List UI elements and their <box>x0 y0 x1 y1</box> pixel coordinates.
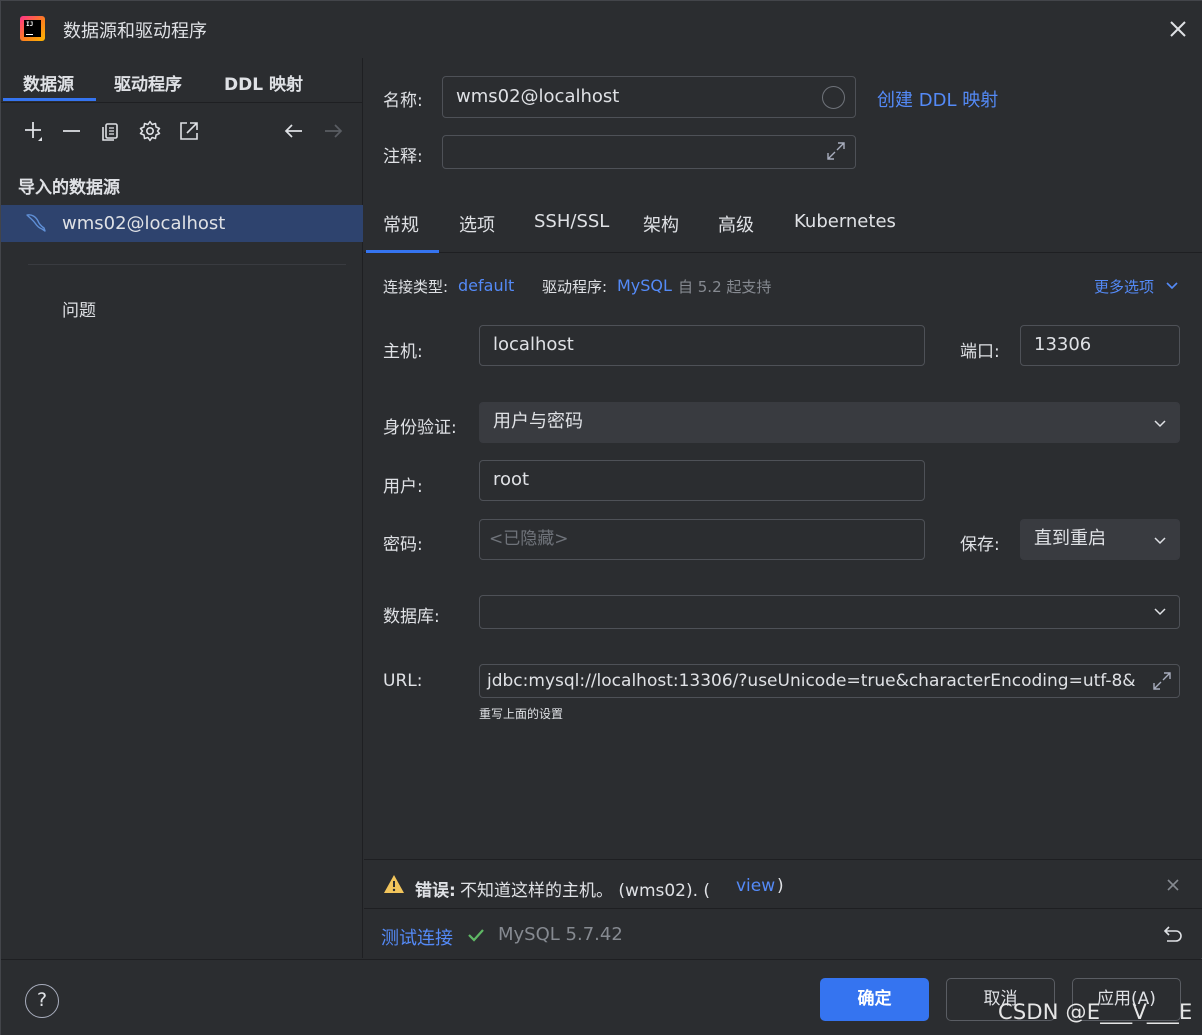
tab-datasources[interactable]: 数据源 <box>23 70 74 95</box>
error-view-link[interactable]: view <box>736 876 775 896</box>
tab-kubernetes[interactable]: Kubernetes <box>794 211 896 232</box>
user-label: 用户: <box>383 477 423 497</box>
chevron-down-icon[interactable] <box>1152 415 1168 431</box>
auth-label: 身份验证: <box>383 418 457 438</box>
tab-drivers[interactable]: 驱动程序 <box>114 70 182 95</box>
driver-support-note: 自 5.2 起支持 <box>678 278 772 296</box>
warning-icon <box>383 874 405 894</box>
mysql-dolphin-icon <box>24 211 48 235</box>
url-label: URL: <box>383 671 423 691</box>
auth-select[interactable]: 用户与密码 <box>479 402 1180 443</box>
expand-icon[interactable] <box>1150 669 1174 693</box>
port-label: 端口: <box>960 342 1000 362</box>
right-panel: 名称: wms02@localhost 创建 DDL 映射 注释: 常规 选项 … <box>364 58 1202 958</box>
dialog-window: IJ 数据源和驱动程序 数据源 驱动程序 DDL 映射 导入的数据源 wms02… <box>0 0 1202 1035</box>
url-input[interactable]: jdbc:mysql://localhost:13306/?useUnicode… <box>479 664 1180 698</box>
host-label: 主机: <box>383 342 423 362</box>
test-connection-result: MySQL 5.7.42 <box>498 924 623 945</box>
test-connection-bar: 测试连接 MySQL 5.7.42 <box>364 909 1202 959</box>
color-circle-icon[interactable] <box>822 86 845 109</box>
remove-icon[interactable] <box>59 118 85 144</box>
csdn-watermark: CSDN @E___V___E <box>998 1000 1193 1024</box>
test-connection-link[interactable]: 测试连接 <box>381 924 453 950</box>
chevron-down-icon[interactable] <box>1152 603 1168 619</box>
chevron-down-icon[interactable] <box>1164 277 1180 293</box>
config-tabs: 常规 选项 SSH/SSL 架构 高级 Kubernetes <box>364 196 1202 253</box>
settings-icon[interactable] <box>137 118 163 144</box>
more-options-link[interactable]: 更多选项 <box>1094 276 1154 297</box>
open-external-icon[interactable] <box>176 118 202 144</box>
close-icon[interactable] <box>1165 877 1181 893</box>
tab-options[interactable]: 选项 <box>459 211 495 237</box>
port-input[interactable]: 13306 <box>1020 325 1180 366</box>
tab-underline <box>366 250 439 253</box>
error-message: 不知道这样的主机。 (wms02). ( <box>460 881 711 901</box>
save-password-label: 保存: <box>960 535 1000 555</box>
copy-icon[interactable] <box>98 118 124 144</box>
close-icon[interactable] <box>1165 16 1191 42</box>
divider <box>28 264 346 265</box>
datasource-item-label: wms02@localhost <box>62 213 226 234</box>
window-title: 数据源和驱动程序 <box>63 21 207 42</box>
help-button[interactable]: ? <box>25 984 59 1018</box>
name-label: 名称: <box>383 91 423 111</box>
driver-label: 驱动程序: <box>542 278 608 296</box>
title-bar: IJ 数据源和驱动程序 <box>1 1 1202 58</box>
comment-label: 注释: <box>383 147 423 167</box>
ok-button[interactable]: 确定 <box>820 978 929 1021</box>
tab-advanced[interactable]: 高级 <box>718 211 754 237</box>
error-suffix: ) <box>777 876 784 896</box>
problems-item[interactable]: 问题 <box>62 296 96 321</box>
left-tabs: 数据源 驱动程序 DDL 映射 <box>1 58 363 103</box>
expand-icon[interactable] <box>824 139 848 163</box>
intellij-logo-icon: IJ <box>20 16 45 41</box>
database-select[interactable] <box>479 595 1180 629</box>
tab-general[interactable]: 常规 <box>383 211 419 237</box>
url-override-note: 重写上面的设置 <box>479 707 564 721</box>
chevron-down-icon[interactable] <box>1152 532 1168 548</box>
datasource-item-wms02[interactable]: wms02@localhost <box>1 205 363 242</box>
user-input[interactable]: root <box>479 460 925 501</box>
add-icon[interactable] <box>21 118 47 144</box>
connection-type-label: 连接类型: <box>383 278 449 296</box>
error-prefix: 错误: <box>415 881 456 901</box>
left-panel: 数据源 驱动程序 DDL 映射 导入的数据源 wms02@localhost 问… <box>1 58 363 958</box>
imported-datasources-heading: 导入的数据源 <box>18 178 120 198</box>
tab-ddl-mappings[interactable]: DDL 映射 <box>224 70 303 95</box>
tab-schemas[interactable]: 架构 <box>643 211 679 237</box>
checkmark-icon <box>466 925 486 945</box>
back-arrow-icon[interactable] <box>281 118 307 144</box>
error-bar: 错误: 不知道这样的主机。 (wms02). ( view ) <box>364 859 1202 909</box>
tab-ssh-ssl[interactable]: SSH/SSL <box>534 211 609 232</box>
create-ddl-mapping-link[interactable]: 创建 DDL 映射 <box>877 86 998 112</box>
name-input[interactable]: wms02@localhost <box>442 76 856 118</box>
password-input[interactable]: <已隐藏> <box>479 519 925 560</box>
host-input[interactable]: localhost <box>479 325 925 366</box>
comment-input[interactable] <box>442 135 856 169</box>
driver-value[interactable]: MySQL <box>617 276 672 295</box>
database-label: 数据库: <box>383 607 440 627</box>
connection-type-value[interactable]: default <box>458 276 514 295</box>
tab-underline <box>3 98 96 101</box>
password-label: 密码: <box>383 535 423 555</box>
reset-icon[interactable] <box>1161 922 1185 946</box>
forward-arrow-icon[interactable] <box>320 118 346 144</box>
